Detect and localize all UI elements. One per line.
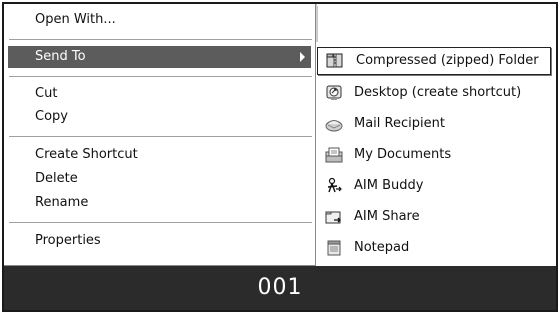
submenu-item-label: Desktop (create shortcut) [354,85,522,100]
zip-folder-icon [326,53,343,68]
menu-item-label: Properties [35,233,101,248]
menu-item-cut[interactable]: Cut [8,83,311,105]
menu-item-rename[interactable]: Rename [8,192,311,214]
send-to-aim-buddy[interactable]: AIM Buddy [316,173,552,199]
send-to-mail-recipient[interactable]: Mail Recipient [316,111,552,137]
submenu-item-label: Mail Recipient [354,116,445,131]
menu-item-delete[interactable]: Delete [8,168,311,190]
menu-item-label: Open With... [35,12,116,27]
submenu-arrow-icon [300,52,305,62]
menu-item-copy[interactable]: Copy [8,106,311,128]
menu-item-label: Create Shortcut [35,147,138,162]
menu-item-label: Rename [35,195,89,210]
menu-separator [9,222,312,224]
menu-separator [9,39,312,41]
submenu-item-label: Notepad [354,240,410,255]
menu-item-send-to[interactable]: Send To [8,46,311,68]
send-to-my-documents[interactable]: My Documents [316,142,552,168]
notepad-icon [327,240,341,256]
screenshot-root: Open With... Send To Cut Copy Create Sho… [0,0,560,314]
submenu-item-label: AIM Buddy [354,178,424,193]
figure-caption: 001 [4,266,556,310]
submenu-item-label: AIM Share [354,209,420,224]
menu-separator [9,76,312,78]
send-to-desktop[interactable]: Desktop (create shortcut) [316,80,552,106]
menu-separator [9,136,312,138]
submenu-item-label: Compressed (zipped) Folder [356,53,539,68]
submenu-item-label: My Documents [354,147,452,162]
send-to-submenu: Compressed (zipped) Folder Desktop (crea… [316,42,552,266]
desktop-shortcut-icon [326,85,342,100]
send-to-aim-share[interactable]: AIM Share [316,204,552,230]
context-menu: Open With... Send To Cut Copy Create Sho… [4,4,316,266]
menu-item-properties[interactable]: Properties [8,230,311,252]
send-to-compressed-folder[interactable]: Compressed (zipped) Folder [317,47,551,75]
menu-item-label: Delete [35,171,78,186]
menu-item-label: Copy [35,109,68,124]
menu-item-label: Cut [35,86,58,101]
send-to-notepad[interactable]: Notepad [316,235,552,261]
aim-share-icon [325,211,341,224]
menu-item-label: Send To [35,49,86,64]
mail-recipient-icon [325,120,343,132]
menu-item-open-with[interactable]: Open With... [8,9,311,31]
my-documents-icon [325,147,343,163]
aim-buddy-icon [327,177,342,193]
menu-item-create-shortcut[interactable]: Create Shortcut [8,144,311,166]
